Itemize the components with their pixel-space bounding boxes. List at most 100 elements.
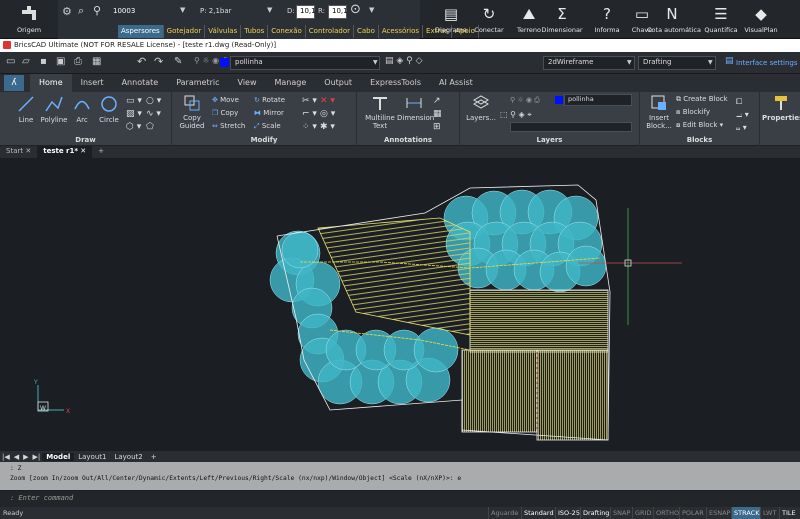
chevron-down-icon[interactable]: ▼	[267, 6, 272, 14]
status-esnap[interactable]: ESNAP	[706, 507, 732, 519]
key-icon[interactable]: ⚲	[93, 4, 101, 17]
nav-prev-icon[interactable]: ◀	[12, 453, 21, 461]
plugin-button-8[interactable]: ◆ VisualPlan	[736, 0, 786, 39]
layers-button[interactable]: Layers...	[464, 94, 498, 122]
plugin-tab-acessórios[interactable]: Acessórios	[379, 25, 424, 38]
plugin-tab-gotejador[interactable]: Gotejador	[164, 25, 206, 38]
plugin-tab-tubos[interactable]: Tubos	[241, 25, 269, 38]
save-as-icon[interactable]: ▣	[56, 56, 65, 67]
plugin-tab-aspersores[interactable]: Aspersores	[118, 25, 164, 38]
edit-block-button[interactable]: ⧇ Edit Block ▾	[676, 121, 723, 130]
sprinkler-circle[interactable]	[565, 245, 607, 287]
scale-button[interactable]: ⤢ Scale	[254, 122, 281, 131]
origem-button[interactable]: Origem	[0, 0, 58, 39]
tab-start[interactable]: Start ✕	[0, 146, 37, 158]
app-menu-button[interactable]: ʎ	[4, 75, 24, 91]
sprinkler-circle[interactable]	[281, 231, 319, 269]
tab-expresstools[interactable]: ExpressTools	[361, 74, 430, 92]
erase-icon[interactable]: ✕ ▾	[320, 96, 335, 106]
undo-icon[interactable]: ↶	[137, 55, 146, 68]
visual-style-select[interactable]: 2dWireframe	[543, 56, 635, 70]
fillet-icon[interactable]: ⌐ ▾	[302, 109, 317, 119]
grid-table-icon[interactable]: ⊞	[433, 122, 441, 132]
stretch-button[interactable]: ⇔ Stretch	[212, 122, 245, 130]
tab-teste-r1[interactable]: teste r1* ✕	[37, 146, 93, 158]
chevron-down-icon[interactable]: ▼	[180, 6, 185, 14]
tab-insert[interactable]: Insert	[72, 74, 113, 92]
hatch-area-2[interactable]	[469, 289, 609, 353]
plugin-tab-controlador[interactable]: Controlador	[306, 25, 354, 38]
arc-button[interactable]: Arc	[70, 94, 94, 124]
layer-select[interactable]: pollinha	[230, 56, 380, 70]
sprinkler-icon[interactable]: ⚙	[62, 5, 72, 18]
linetype-select[interactable]	[510, 122, 632, 132]
offset-icon[interactable]: ◎ ▾	[320, 109, 335, 119]
table-icon[interactable]: ▦	[433, 109, 442, 119]
tab-ai-assist[interactable]: AI Assist	[430, 74, 482, 92]
redo-icon[interactable]: ↷	[154, 55, 163, 68]
tab-parametric[interactable]: Parametric	[167, 74, 228, 92]
nav-first-icon[interactable]: |◀	[0, 453, 12, 461]
status-lwt[interactable]: LWT	[760, 507, 778, 519]
trim-icon[interactable]: ✂ ▾	[302, 96, 317, 106]
hatch-icon[interactable]: ▨ ▾	[126, 109, 142, 119]
properties-button[interactable]: Properties	[762, 94, 800, 122]
hatch-area-4[interactable]	[536, 349, 609, 441]
move-button[interactable]: ✥ Move	[212, 96, 239, 104]
tab-annotate[interactable]: Annotate	[113, 74, 168, 92]
nav-next-icon[interactable]: ▶	[21, 453, 30, 461]
close-icon[interactable]: ✕	[80, 147, 86, 155]
status-tile[interactable]: TILE	[779, 507, 798, 519]
tab-output[interactable]: Output	[315, 74, 361, 92]
plugin-tab-válvulas[interactable]: Válvulas	[205, 25, 242, 38]
line-button[interactable]: Line	[12, 94, 40, 124]
plugin-button-6[interactable]: N Cota automática	[647, 0, 701, 39]
drawing-viewport[interactable]: W Y X	[0, 158, 800, 451]
boundary-icon[interactable]: ⬠	[146, 122, 154, 132]
sprinkler-circle[interactable]	[413, 327, 459, 373]
settings-icon[interactable]: ▤	[725, 56, 734, 66]
blockify-button[interactable]: ⧈ Blockify	[676, 108, 710, 117]
interface-settings-link[interactable]: Interface settings	[736, 59, 797, 67]
tab-home[interactable]: Home	[30, 74, 72, 92]
plugin-tab-conexão[interactable]: Conexão	[268, 25, 306, 38]
mirror-button[interactable]: ⧓ Mirror	[254, 109, 284, 117]
status-snap[interactable]: SNAP	[610, 507, 632, 519]
dimension-button[interactable]: Dimension	[397, 94, 434, 122]
multiline-text-button[interactable]: Multiline Text	[361, 94, 399, 130]
tab-manage[interactable]: Manage	[266, 74, 316, 92]
drawing-canvas[interactable]: W Y X	[0, 158, 800, 451]
plugin-tab-cabo[interactable]: Cabo	[354, 25, 379, 38]
tab-model[interactable]: Model	[42, 452, 75, 461]
plugin-button-3[interactable]: Σ Dimensionar	[537, 0, 587, 39]
new-tab-button[interactable]: +	[92, 146, 110, 158]
status-iso-25[interactable]: ISO-25	[555, 507, 582, 519]
ellipse-icon[interactable]: ○ ▾	[146, 96, 161, 106]
d-input[interactable]: 10,1	[296, 5, 316, 19]
ribbon-layer-select[interactable]: pollinha	[564, 94, 632, 106]
hatch-area-3[interactable]	[461, 349, 538, 433]
pressure-value[interactable]: P: 2,1bar	[200, 7, 232, 15]
rectangle-icon[interactable]: ▭ ▾	[126, 96, 142, 106]
match-props-icon[interactable]: ✎	[174, 56, 182, 67]
circle-button[interactable]: Circle	[96, 94, 122, 124]
chevron-down-icon[interactable]: ▼	[627, 59, 632, 66]
status-aguarde[interactable]: Aguarde	[488, 507, 520, 519]
array-icon[interactable]: ⁘ ▾	[302, 122, 317, 132]
explode-icon[interactable]: ✱ ▾	[320, 122, 335, 132]
leader-icon[interactable]: ↗	[433, 96, 441, 106]
command-input[interactable]: : Enter command	[0, 491, 800, 507]
hatch-area-1[interactable]	[317, 217, 471, 336]
tab-layout2[interactable]: Layout2	[110, 453, 146, 461]
insert-block-button[interactable]: Insert Block...	[644, 94, 674, 130]
new-icon[interactable]: ▭	[6, 56, 15, 67]
status-polar[interactable]: POLAR	[679, 507, 706, 519]
copy-button[interactable]: ❐ Copy	[212, 109, 238, 117]
status-drafting[interactable]: Drafting	[580, 507, 611, 519]
target-icon[interactable]: ⊙	[350, 2, 361, 17]
code-field[interactable]: 10003	[113, 7, 135, 15]
status-ortho[interactable]: ORTHO	[653, 507, 681, 519]
tab-layout1[interactable]: Layout1	[74, 453, 110, 461]
status-standard[interactable]: Standard	[521, 507, 556, 519]
chevron-down-icon[interactable]: ▼	[373, 59, 378, 66]
